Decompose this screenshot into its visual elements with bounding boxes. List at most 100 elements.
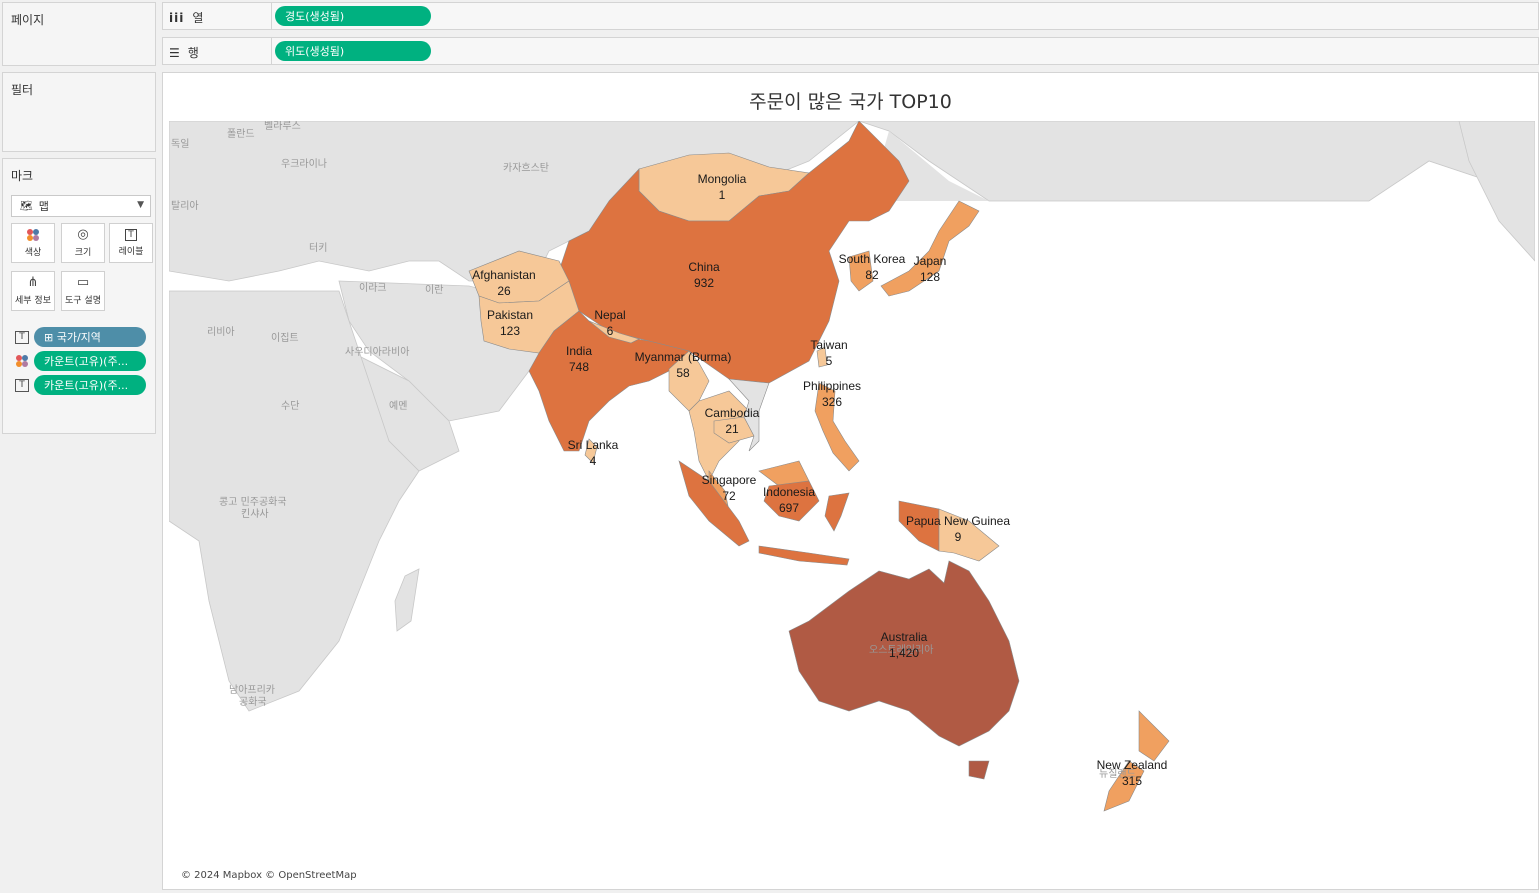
country-label-name: India [566,344,592,358]
basemap-label: 예멘 [389,400,407,412]
basemap-label: 폴란드 [227,128,255,140]
country-label-value: 4 [590,454,597,468]
map-attribution: © 2024 Mapbox © OpenStreetMap [181,870,357,881]
detail-button[interactable]: ⋔ 세부 정보 [11,271,55,311]
country-label-name: Indonesia [763,485,815,499]
text-icon: T [125,229,137,241]
country-label-name: Australia [881,630,928,644]
country-label-value: 82 [865,268,879,282]
basemap-label: 벨라루스 [264,121,301,132]
mark-pill-row: 카운트(고유)(주... [15,351,146,371]
country-label-value: 5 [826,354,833,368]
country-label-name: Mongolia [698,172,747,186]
longitude-pill[interactable]: 경도(생성됨) [275,6,431,26]
country-label-value: 932 [694,276,714,290]
rows-shelf-label: ☰ 행 [169,44,199,61]
basemap-label: 킨샤사 [241,508,269,520]
basemap-label: 우크라이나 [281,158,327,170]
rows-label-text: 행 [187,46,199,60]
country-label-name: Singapore [702,473,757,487]
country-label-value: 26 [497,284,511,298]
size-icon: ◎ [77,227,89,242]
country-label-name: Papua New Guinea [906,514,1010,528]
latitude-pill[interactable]: 위도(생성됨) [275,41,431,61]
tooltip-button-label: 도구 설명 [65,296,101,306]
map-view[interactable]: 폴란드 벨라루스 독일 우크라이나 카자흐스탄 탈리아 터키 이라크 이란 리비… [169,121,1535,887]
basemap-label: 이란 [425,284,443,296]
country-label-name: Nepal [594,308,625,322]
label-button-label: 레이블 [118,247,144,257]
filters-card[interactable]: 필터 [2,72,156,152]
chevron-down-icon: ▼ [137,200,144,210]
basemap-label: 남아프리카 [229,684,275,696]
country-label-value: 1 [719,188,726,202]
basemap-label: 콩고 민주공화국 [219,496,287,508]
rows-icon: ☰ [169,45,180,60]
mark-type-value: 맵 [38,200,49,213]
country-label-value: 1,420 [889,646,919,660]
color-button-label: 색상 [24,248,42,258]
pages-title: 페이지 [11,13,45,27]
country-label-name: Afghanistan [472,268,535,282]
rows-shelf[interactable]: ☰ 행 위도(생성됨) [162,37,1539,65]
text-icon: T [15,378,29,392]
basemap-label: 사우디아라비아 [345,346,409,358]
map-icon: 🗺 [20,200,33,212]
country-label-value: 748 [569,360,589,374]
hierarchy-icon: ⋔ [27,275,39,290]
count-color-pill[interactable]: 카운트(고유)(주... [34,351,146,371]
columns-shelf-label: iii 열 [169,9,203,26]
size-button[interactable]: ◎ 크기 [61,223,105,263]
basemap-label: 카자흐스탄 [503,162,549,174]
columns-icon: iii [169,10,185,25]
marks-card: 마크 🗺 맵 ▼ 색상 ◎ 크기 T 레이블 ⋔ 세부 정보 ▭ 도구 설명 T… [2,158,156,434]
size-button-label: 크기 [74,248,92,258]
country-label-value: 123 [500,324,520,338]
shelf-divider [271,38,272,64]
country-label-name: Philippines [803,379,861,393]
pages-card[interactable]: 페이지 [2,2,156,66]
basemap-label: 공화국 [239,696,267,708]
country-label-value: 21 [725,422,739,436]
country-pill[interactable]: ⊞ 국가/지역 [34,327,146,347]
basemap-label: 이라크 [359,282,387,294]
marks-title: 마크 [11,169,34,183]
filters-title: 필터 [11,83,34,97]
country-label-value: 9 [955,530,962,544]
basemap-label: 이집트 [271,332,299,344]
country-label-value: 72 [722,489,736,503]
columns-label-text: 열 [192,11,204,25]
map-canvas[interactable]: 폴란드 벨라루스 독일 우크라이나 카자흐스탄 탈리아 터키 이라크 이란 리비… [169,121,1535,887]
basemap-label: 탈리아 [171,199,199,212]
country-label-name: Sri Lanka [568,438,619,452]
count-label-pill[interactable]: 카운트(고유)(주... [34,375,146,395]
speech-bubble-icon: ▭ [76,275,90,290]
basemap-label: 수단 [281,400,299,412]
country-label-name: China [688,260,720,274]
country-label-name: Japan [914,254,947,268]
mark-type-dropdown[interactable]: 🗺 맵 ▼ [11,195,151,217]
basemap-label: 리비아 [207,326,235,338]
country-label-name: Pakistan [487,308,533,322]
color-palette-icon [27,229,39,241]
detail-button-label: 세부 정보 [15,296,51,306]
country-label-name: Cambodia [705,406,760,420]
country-label-value: 697 [779,501,799,515]
text-icon: T [15,330,29,344]
shelf-divider [271,3,272,29]
country-label-value: 6 [607,324,614,338]
color-palette-icon [16,355,28,367]
columns-shelf[interactable]: iii 열 경도(생성됨) [162,2,1539,30]
basemap-label: 독일 [171,138,189,150]
country-label-value: 58 [676,366,690,380]
viz-area: 주문이 많은 국가 TOP10 폴란드 벨라루스 독일 우크라이나 카자흐스탄 … [162,72,1539,890]
country-label-value: 326 [822,395,842,409]
country-label-name: South Korea [839,252,906,266]
country-label-value: 315 [1122,774,1142,788]
tooltip-button[interactable]: ▭ 도구 설명 [61,271,105,311]
color-button[interactable]: 색상 [11,223,55,263]
country-label-name: New Zealand [1097,758,1168,772]
country-label-value: 128 [920,270,940,284]
label-button[interactable]: T 레이블 [109,223,153,263]
mark-pill-row: T ⊞ 국가/지역 [15,327,146,347]
